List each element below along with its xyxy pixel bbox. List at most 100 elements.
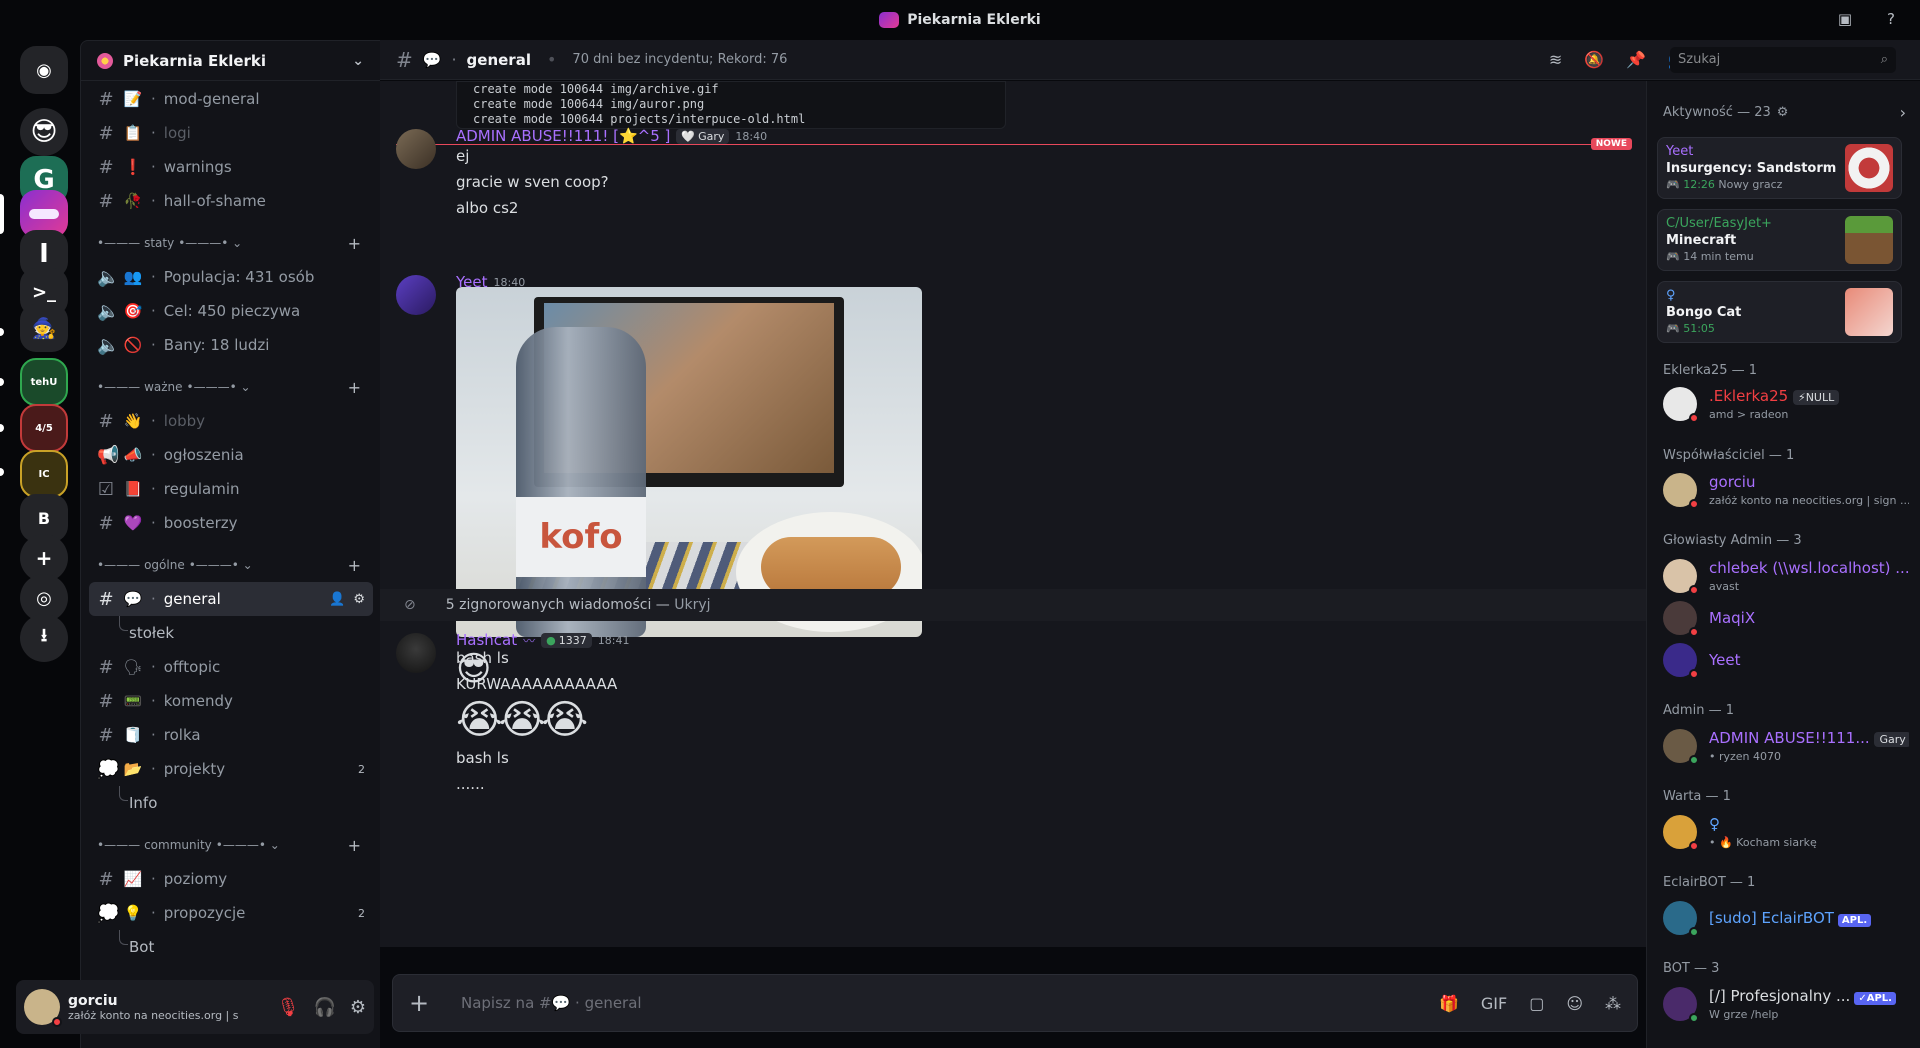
gif-icon[interactable]: GIF bbox=[1481, 994, 1507, 1013]
channel-label: Bany: 18 ludzi bbox=[163, 336, 270, 354]
thread-stolek[interactable]: stołek bbox=[89, 616, 373, 650]
channel-lobby[interactable]: # 👋 · lobby bbox=[89, 404, 373, 438]
channel-voice-cel[interactable]: 🔈 🎯 · Cel: 450 pieczywa bbox=[89, 294, 373, 328]
search-input[interactable]: Szukaj ⌕ bbox=[1670, 47, 1896, 73]
apps-icon[interactable]: ⁂ bbox=[1605, 994, 1621, 1013]
composer-placeholder: Napisz na #💬 · general bbox=[461, 994, 642, 1012]
member-row[interactable]: chlebek (\\wsl.localhost) ... avast bbox=[1663, 557, 1913, 599]
message-composer[interactable]: + Napisz na #💬 · general 🎁 GIF ▢ ☺ ⁂ bbox=[392, 974, 1638, 1032]
channel-regulamin[interactable]: ☑ 📕 · regulamin bbox=[89, 472, 373, 506]
channel-emoji: 💡 bbox=[123, 904, 143, 922]
thread-label: Bot bbox=[129, 938, 155, 956]
add-channel-icon[interactable]: + bbox=[348, 836, 361, 855]
channel-label: warnings bbox=[163, 158, 232, 176]
activity-card[interactable]: C/User/EasyJet+ Minecraft 🎮 14 min temu bbox=[1657, 209, 1902, 271]
mic-muted-icon[interactable]: 🎙 bbox=[277, 997, 300, 1018]
thread-bot[interactable]: Bot bbox=[89, 930, 373, 962]
notifications-muted-icon[interactable]: 🔕 bbox=[1584, 50, 1604, 69]
speaker-icon: 🔈 bbox=[97, 266, 120, 288]
avatar[interactable] bbox=[24, 989, 62, 1027]
channel-komendy[interactable]: # 📟 · komendy bbox=[89, 684, 373, 718]
forum-icon: 💭 bbox=[97, 758, 120, 780]
chevron-right-icon[interactable]: › bbox=[1900, 103, 1906, 122]
discord-app: Piekarnia Eklerki ▣ ? ◉ 😎 G I >_ 🧙 tehU … bbox=[0, 0, 1920, 1048]
threads-icon[interactable]: ≋ bbox=[1549, 50, 1562, 69]
channel-propozycje[interactable]: 💭 💡 · propozycje 2 bbox=[89, 896, 373, 930]
server-folder-green-icon[interactable]: tehU bbox=[20, 358, 68, 406]
emoji-icon[interactable]: ☺ bbox=[1566, 994, 1583, 1013]
add-channel-icon[interactable]: + bbox=[348, 378, 361, 397]
member-row[interactable]: [sudo] EclairBOT APL. bbox=[1663, 899, 1913, 941]
channel-general[interactable]: # 💬 · general 👤 ⚙ bbox=[89, 582, 373, 616]
category-staty[interactable]: •——— staty •———• ⌄ + bbox=[89, 226, 373, 260]
add-channel-icon[interactable]: + bbox=[348, 234, 361, 253]
channel-boosterzy[interactable]: # 💜 · boosterzy bbox=[89, 506, 373, 540]
help-icon[interactable]: ? bbox=[1880, 10, 1902, 30]
sticker-icon[interactable]: ▢ bbox=[1529, 994, 1544, 1013]
member-row[interactable]: ADMIN ABUSE!!111... Gary • ryzen 4070 bbox=[1663, 727, 1913, 769]
message-author[interactable]: ADMIN ABUSE!!111! [⭐^5 ] bbox=[456, 127, 670, 145]
category-wazne[interactable]: •——— ważne •———• ⌄ + bbox=[89, 370, 373, 404]
thread-label: Info bbox=[129, 794, 158, 812]
server-folder-icon[interactable]: 🧙 bbox=[20, 304, 68, 352]
server-emoji-icon[interactable]: 😎 bbox=[20, 108, 68, 156]
member-row[interactable]: gorciu załóż konto na neocities.org | si… bbox=[1663, 471, 1913, 513]
ignored-text: 5 zignorowanych wiadomości — bbox=[445, 597, 675, 613]
channel-warnings[interactable]: # ❗ · warnings bbox=[89, 150, 373, 184]
gear-icon[interactable]: ⚙ bbox=[353, 592, 365, 607]
gear-icon[interactable]: ⚙ bbox=[1777, 105, 1789, 120]
chevron-down-icon[interactable]: ⌄ bbox=[352, 53, 364, 69]
hide-ignored-link[interactable]: Ukryj bbox=[674, 597, 710, 613]
channel-voice-populacja[interactable]: 🔈 👥 · Populacja: 431 osób bbox=[89, 260, 373, 294]
add-channel-icon[interactable]: + bbox=[348, 556, 361, 575]
inbox-icon[interactable]: ▣ bbox=[1834, 10, 1856, 30]
channel-rolka[interactable]: # 🧻 · rolka bbox=[89, 718, 373, 752]
channel-mod-general[interactable]: # 📝 · mod-general bbox=[89, 82, 373, 116]
message-author[interactable]: Hashcat bbox=[456, 631, 517, 649]
member-row[interactable]: ♀ • 🔥 Kocham siarkę bbox=[1663, 813, 1913, 855]
pin-icon[interactable]: 📌 bbox=[1626, 50, 1646, 69]
channel-projekty[interactable]: 💭 📂 · projekty 2 bbox=[89, 752, 373, 786]
member-row[interactable]: [/] Profesjonalny ... ✓APL. W grze /help bbox=[1663, 985, 1913, 1027]
server-folder-red-icon[interactable]: 4/5 bbox=[20, 404, 68, 452]
image-attachment[interactable]: kofo bbox=[456, 287, 922, 637]
home-discord-icon[interactable]: ◉ bbox=[20, 46, 68, 94]
gear-icon[interactable]: ⚙ bbox=[350, 997, 366, 1018]
channel-topic[interactable]: 70 dni bez incydentu; Rekord: 76 bbox=[572, 52, 787, 67]
download-icon[interactable]: ⭳ bbox=[20, 614, 68, 662]
category-ogolne[interactable]: •——— ogólne •———• ⌄ + bbox=[89, 548, 373, 582]
channel-poziomy[interactable]: # 📈 · poziomy bbox=[89, 862, 373, 896]
channel-offtopic[interactable]: # 🗣 · offtopic bbox=[89, 650, 373, 684]
member-row[interactable]: MaqiX bbox=[1663, 599, 1913, 641]
search-icon: ⌕ bbox=[1880, 52, 1888, 67]
server-header[interactable]: Piekarnia Eklerki ⌄ bbox=[81, 41, 380, 81]
activity-card[interactable]: Yeet Insurgency: Sandstorm 🎮 12:26 Nowy … bbox=[1657, 137, 1902, 199]
member-name: ♀ bbox=[1709, 815, 1720, 833]
user-status: załóż konto na neocities.org | si... bbox=[68, 1008, 238, 1022]
category-community[interactable]: •——— community •———• ⌄ + bbox=[89, 828, 373, 862]
channel-voice-bany[interactable]: 🔈 🚫 · Bany: 18 ludzi bbox=[89, 328, 373, 362]
avatar[interactable] bbox=[396, 633, 436, 673]
invite-icon[interactable]: 👤 bbox=[329, 592, 345, 607]
channel-emoji: 🗣 bbox=[123, 658, 143, 676]
member-row[interactable]: Yeet bbox=[1663, 641, 1913, 683]
channel-logi[interactable]: # 📋 · logi bbox=[89, 116, 373, 150]
member-status: amd > radeon bbox=[1709, 408, 1789, 421]
activity-card[interactable]: ♀ Bongo Cat 🎮 51:05 bbox=[1657, 281, 1902, 343]
thread-count: 2 bbox=[358, 762, 365, 776]
channel-emoji: 📋 bbox=[123, 124, 143, 142]
channel-ogloszenia[interactable]: 📢 📣 · ogłoszenia bbox=[89, 438, 373, 472]
message-text: gracie w sven coop? bbox=[456, 173, 609, 191]
server-folder-yellow-icon[interactable]: IC bbox=[20, 450, 68, 498]
headphones-icon[interactable]: 🎧 bbox=[313, 997, 335, 1018]
hash-icon: # bbox=[98, 190, 114, 212]
channel-emoji: 📟 bbox=[123, 692, 143, 710]
avatar[interactable] bbox=[396, 275, 436, 315]
gift-icon[interactable]: 🎁 bbox=[1439, 994, 1459, 1013]
avatar[interactable] bbox=[396, 129, 436, 169]
hash-icon: # bbox=[98, 656, 114, 678]
member-row[interactable]: .Eklerka25 ⚡NULL amd > radeon bbox=[1663, 385, 1913, 427]
attach-plus-icon[interactable]: + bbox=[409, 989, 439, 1017]
channel-hall-of-shame[interactable]: # 🥀 · hall-of-shame bbox=[89, 184, 373, 218]
thread-info[interactable]: Info bbox=[89, 786, 373, 820]
